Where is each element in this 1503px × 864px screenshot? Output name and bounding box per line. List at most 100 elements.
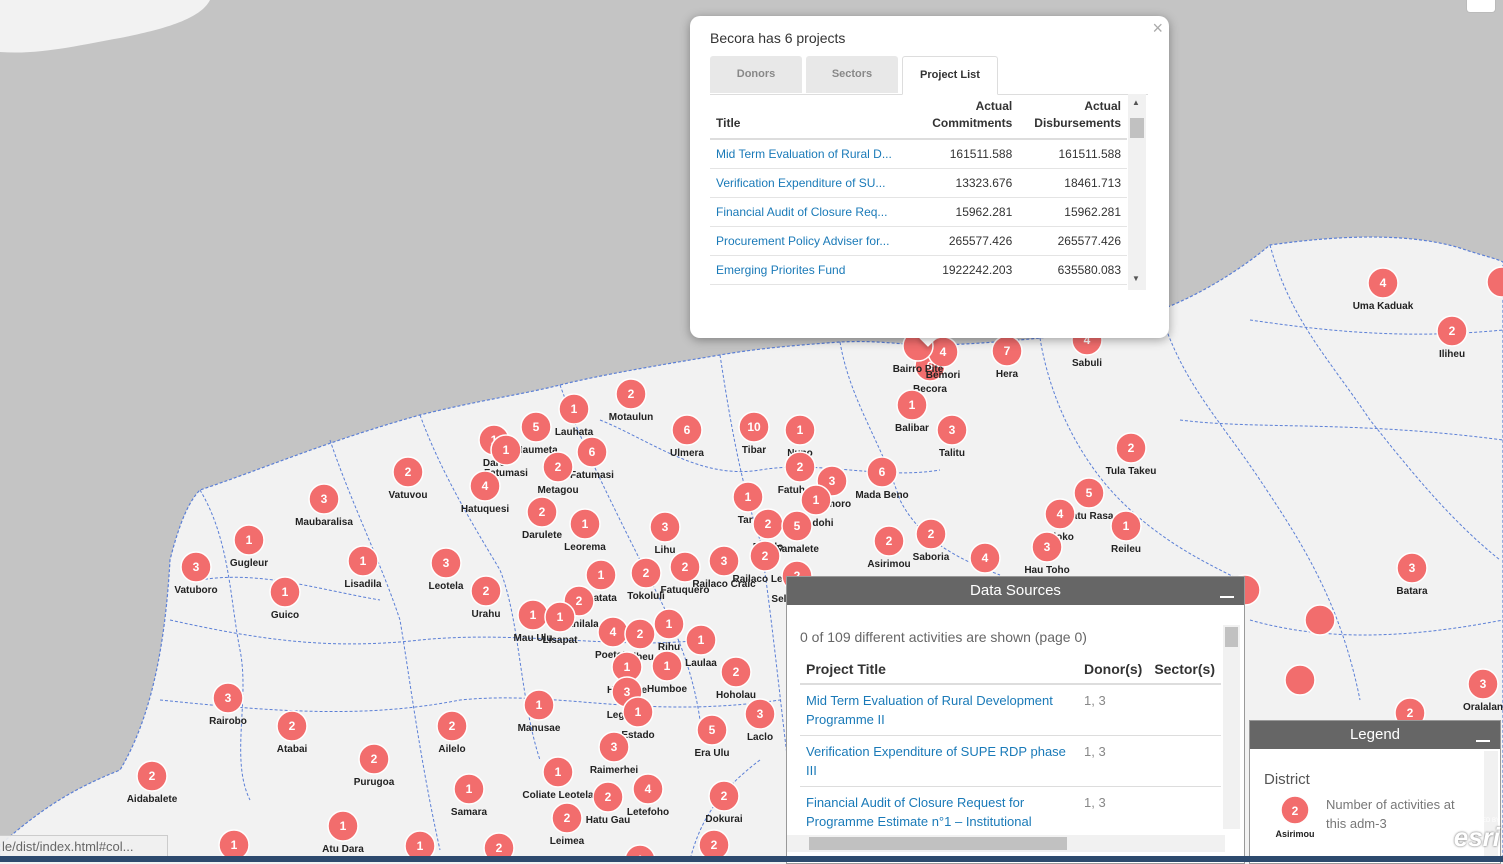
district-marker[interactable]: 1Estado <box>621 696 655 741</box>
marker-label: Era Ulu <box>694 748 729 759</box>
marker-label: Balibar <box>895 423 929 434</box>
marker-count: 2 <box>149 769 156 783</box>
marker-count: 6 <box>684 423 691 437</box>
marker-label: Darulete <box>522 530 562 541</box>
district-marker[interactable]: 1 Lisapat <box>542 601 578 646</box>
marker-label: Asirimou <box>867 559 910 570</box>
marker-label: Laclo <box>747 732 773 743</box>
marker-count: 2 <box>605 790 612 804</box>
district-marker[interactable]: 3 Rairobo <box>209 682 247 727</box>
district-marker[interactable]: 1 Guico <box>269 576 301 621</box>
column-header-project-title[interactable]: Project Title <box>800 655 1078 685</box>
marker-count: 2 <box>628 387 635 401</box>
marker-label: Raimerhei <box>590 765 639 776</box>
project-link[interactable]: Emerging Priorites Fund <box>710 255 917 285</box>
marker-count: 1 <box>582 517 589 531</box>
scroll-down-icon[interactable]: ▼ <box>1132 274 1140 283</box>
marker-label: Letefoho <box>627 807 669 818</box>
district-marker[interactable]: 6 Ulmera <box>670 414 704 459</box>
commitments-value: 13323.676 <box>916 168 1019 198</box>
minimize-icon[interactable] <box>1476 728 1490 742</box>
popup-scrollbar[interactable]: ▲ ▼ <box>1128 94 1146 290</box>
marker-count: 1 <box>360 554 367 568</box>
district-marker[interactable]: 1Rihu <box>653 608 685 653</box>
minimize-icon[interactable] <box>1220 584 1234 598</box>
legend-title: Legend <box>1349 726 1401 743</box>
project-link[interactable]: Mid Term Evaluation of Rural D... <box>710 139 917 169</box>
district-marker[interactable]: 3 Lihu <box>649 511 681 556</box>
marker-label: Hoholau <box>716 690 756 701</box>
donors-value: 1, 3 <box>1077 684 1149 736</box>
column-header-disbursements-line2: Disbursements <box>1034 116 1121 130</box>
marker-count: 4 <box>982 551 989 565</box>
marker-count: 1 <box>231 838 238 852</box>
project-link[interactable]: Mid Term Evaluation of Rural Development… <box>800 684 1078 736</box>
marker-count: 2 <box>496 841 503 855</box>
legend-marker-icon: 2 Asirimou <box>1275 795 1315 839</box>
district-marker[interactable] <box>1304 604 1336 636</box>
project-link[interactable]: Procurement Policy Adviser for... <box>710 226 917 256</box>
district-marker[interactable]: 10 Tibar <box>738 411 770 456</box>
marker-count: 7 <box>1004 344 1011 358</box>
district-marker[interactable]: 3 Leotela <box>428 547 464 592</box>
project-link[interactable]: Verification Expenditure of SU... <box>710 168 917 198</box>
marker-count: 2 <box>289 719 296 733</box>
district-marker[interactable]: 3 Talitu <box>936 414 968 459</box>
district-marker[interactable]: 1 Balibar <box>895 389 929 434</box>
data-sources-vertical-scrollbar[interactable] <box>1223 625 1240 829</box>
legend-marker-label: Asirimou <box>1275 829 1314 839</box>
donors-value: 1, 3 <box>1077 735 1149 787</box>
marker-label: Saboria <box>913 552 950 563</box>
district-marker[interactable]: 2 Saboria <box>913 518 950 563</box>
scroll-thumb[interactable] <box>1225 627 1238 647</box>
district-marker[interactable]: 3 Batara <box>1396 552 1428 597</box>
column-header-donors[interactable]: Donor(s) <box>1077 655 1149 685</box>
tab-project-list[interactable]: Project List <box>902 56 998 95</box>
district-marker[interactable]: 1 Laulaa <box>685 624 717 669</box>
column-header-disbursements[interactable]: Actual Disbursements <box>1018 94 1127 140</box>
column-header-commitments[interactable]: Actual Commitments <box>916 94 1019 140</box>
marker-count: 3 <box>611 740 618 754</box>
column-header-title[interactable]: Title <box>710 94 917 140</box>
district-marker[interactable]: 2 Ilihеu <box>1436 315 1468 360</box>
marker-label: Motaulun <box>609 412 653 423</box>
esri-attribution[interactable]: POWERED BY esri <box>1440 818 1500 858</box>
tab-donors[interactable]: Donors <box>710 56 802 93</box>
district-marker[interactable]: 5 Era Ulu <box>694 714 730 759</box>
marker-count: 1 <box>698 633 705 647</box>
close-icon[interactable]: × <box>1152 18 1163 39</box>
column-header-sectors[interactable]: Sector(s) <box>1148 655 1221 685</box>
project-link[interactable]: Financial Audit of Closure Req... <box>710 197 917 227</box>
map-control-button[interactable] <box>1466 0 1496 13</box>
scroll-thumb[interactable] <box>809 837 1067 850</box>
project-link[interactable]: Verification Expenditure of SUPE RDP pha… <box>800 735 1078 787</box>
table-row: Mid Term Evaluation of Rural Development… <box>800 684 1221 736</box>
district-marker[interactable]: 2 Ailelo <box>436 710 468 755</box>
table-row: Verification Expenditure of SU... 13323.… <box>710 168 1127 198</box>
marker-label: Vatuvou <box>389 490 428 501</box>
district-marker[interactable] <box>1284 664 1316 696</box>
marker-count: 2 <box>643 566 650 580</box>
district-marker[interactable]: 1 Reileu <box>1110 510 1142 555</box>
tab-sectors[interactable]: Sectors <box>806 56 898 93</box>
district-marker[interactable]: 1 Samara <box>451 773 488 818</box>
marker-count: 1 <box>282 585 289 599</box>
marker-count: 10 <box>747 420 761 434</box>
marker-label: Laulaa <box>685 658 717 669</box>
district-marker[interactable]: 2 Dokurai <box>705 780 743 825</box>
project-list-table: Title Actual Commitments Actual Disburseme… <box>710 94 1127 285</box>
marker-count: 2 <box>928 527 935 541</box>
district-marker[interactable]: 2 Urahu <box>470 575 502 620</box>
scroll-thumb[interactable] <box>1130 118 1144 138</box>
district-marker[interactable]: 3 Laclo <box>744 698 776 743</box>
marker-label: Fatumasi <box>570 470 614 481</box>
marker-count: 1 <box>536 698 543 712</box>
marker-count: 3 <box>1044 540 1051 554</box>
marker-count: 2 <box>555 460 562 474</box>
scroll-up-icon[interactable]: ▲ <box>1132 98 1140 107</box>
district-marker[interactable]: 7 Hera <box>991 335 1023 380</box>
marker-count: 1 <box>664 659 671 673</box>
district-marker[interactable]: 2 Leimea <box>550 802 585 847</box>
data-sources-horizontal-scrollbar[interactable] <box>787 835 1225 852</box>
district-marker[interactable]: 2 Atabai <box>276 710 308 755</box>
